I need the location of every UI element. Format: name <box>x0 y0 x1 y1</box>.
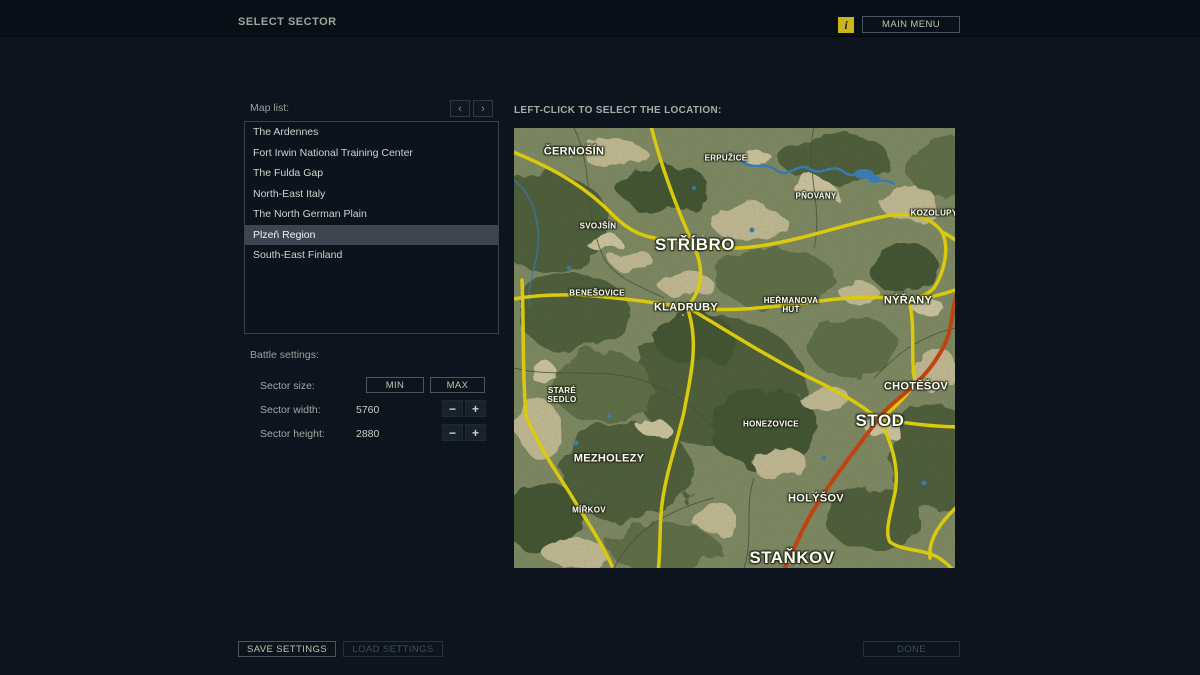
map-list-item[interactable]: South-East Finland <box>245 245 498 266</box>
chevron-left-icon: ‹ <box>458 103 462 115</box>
sector-size-label: Sector size: <box>260 380 315 392</box>
sector-height-label: Sector height: <box>260 428 325 440</box>
sector-height-value: 2880 <box>356 428 379 440</box>
sector-width-value: 5760 <box>356 404 379 416</box>
sector-size-max-button[interactable]: MAX <box>430 377 485 393</box>
battle-settings-label: Battle settings: <box>250 349 319 361</box>
save-settings-button[interactable]: SAVE SETTINGS <box>238 641 336 657</box>
map-list-item[interactable]: Fort Irwin National Training Center <box>245 143 498 164</box>
map-list: The ArdennesFort Irwin National Training… <box>244 121 499 334</box>
chevron-right-icon: › <box>481 103 485 115</box>
done-button[interactable]: DONE <box>863 641 960 657</box>
sector-height-decrease-button[interactable]: − <box>442 424 463 441</box>
sector-width-label: Sector width: <box>260 404 321 416</box>
terrain-map-graphic <box>514 128 955 568</box>
map-list-item[interactable]: The Ardennes <box>245 122 498 143</box>
map-list-item[interactable]: Plzeň Region <box>245 225 498 246</box>
map-list-next-button[interactable]: › <box>473 100 493 117</box>
sector-height-increase-button[interactable]: + <box>465 424 486 441</box>
sector-size-min-button[interactable]: MIN <box>366 377 424 393</box>
main-menu-button[interactable]: MAIN MENU <box>862 16 960 33</box>
sector-map[interactable]: ČERNOŠÍNERPUŽICEPŇOVANYKOZOLUPYSVOJŠÍNST… <box>514 128 955 568</box>
sector-width-decrease-button[interactable]: − <box>442 400 463 417</box>
map-list-item[interactable]: North-East Italy <box>245 184 498 205</box>
top-bar: SELECT SECTOR i MAIN MENU <box>0 0 1200 37</box>
map-list-label: Map list: <box>250 102 289 114</box>
map-list-item[interactable]: The North German Plain <box>245 204 498 225</box>
plus-icon: + <box>472 402 479 416</box>
sector-width-increase-button[interactable]: + <box>465 400 486 417</box>
plus-icon: + <box>472 426 479 440</box>
select-sector-screen: SELECT SECTOR i MAIN MENU Map list: ‹ › … <box>0 0 1200 675</box>
map-instruction: LEFT-CLICK TO SELECT THE LOCATION: <box>514 105 722 116</box>
minus-icon: − <box>449 402 456 416</box>
load-settings-button[interactable]: LOAD SETTINGS <box>343 641 443 657</box>
terrain-texture <box>514 128 955 568</box>
minus-icon: − <box>449 426 456 440</box>
page-title: SELECT SECTOR <box>238 16 337 28</box>
map-list-item[interactable]: The Fulda Gap <box>245 163 498 184</box>
info-button[interactable]: i <box>838 17 854 33</box>
map-list-prev-button[interactable]: ‹ <box>450 100 470 117</box>
